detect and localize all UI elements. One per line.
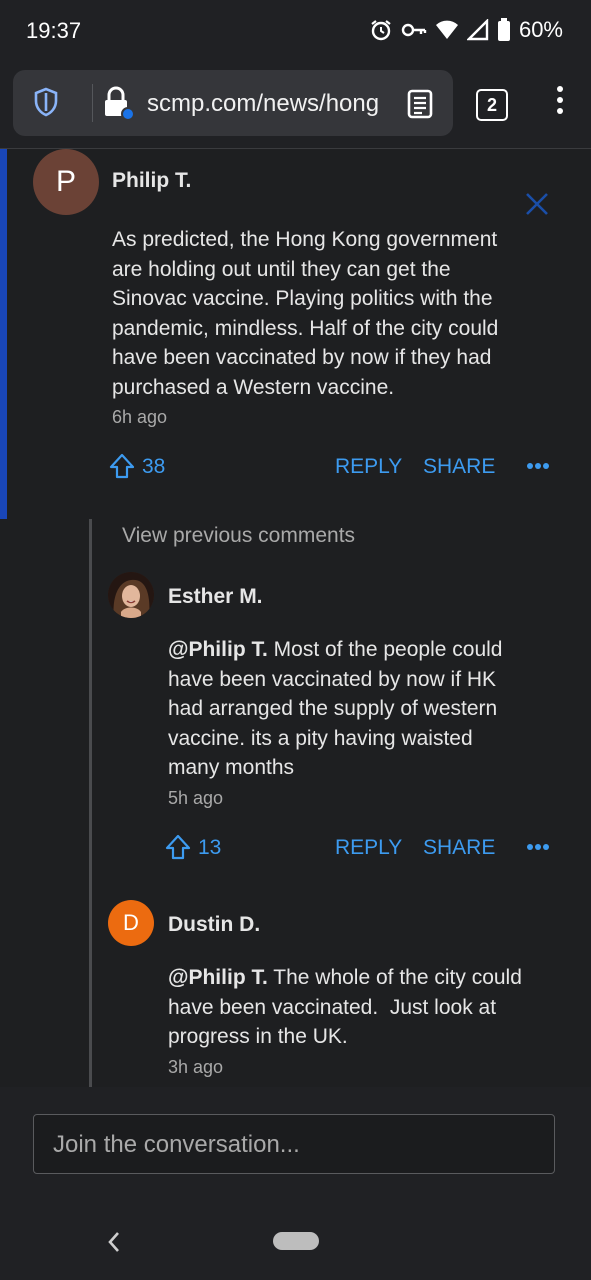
- avatar-letter: P: [55, 165, 76, 198]
- comment-line: Sinovac vaccine. Playing politics with t…: [112, 287, 493, 310]
- status-icons: 60%: [369, 17, 563, 43]
- shield-icon[interactable]: [33, 87, 59, 117]
- avatar[interactable]: D: [108, 900, 154, 946]
- url-text[interactable]: scmp.com/news/hong: [147, 90, 397, 118]
- comments-section: P Philip T. As predicted, the Hong Kong …: [0, 149, 591, 1087]
- comment-line: had arranged the supply of western: [168, 697, 498, 720]
- comment-timestamp: 6h ago: [112, 407, 168, 427]
- mention-link[interactable]: @Philip T.: [168, 966, 268, 989]
- comment-line: have been vaccinated by now if HK: [168, 667, 497, 691]
- battery-icon: [497, 18, 510, 41]
- close-icon[interactable]: [525, 192, 549, 216]
- lock-icon[interactable]: [101, 86, 135, 122]
- comment-line: vaccine. its a pity having waisted: [168, 726, 473, 750]
- view-previous-comments-link[interactable]: View previous comments: [122, 524, 355, 548]
- more-options-icon[interactable]: [526, 462, 550, 470]
- comment-line: have been vaccinated by now if they had: [112, 346, 492, 369]
- comment-author[interactable]: Dustin D.: [168, 913, 260, 937]
- comment-line: progress in the UK.: [168, 1025, 348, 1048]
- comment-timestamp: 3h ago: [168, 1057, 224, 1077]
- address-divider: [92, 84, 93, 122]
- upvote-count[interactable]: 38: [142, 455, 165, 479]
- home-pill[interactable]: [273, 1232, 319, 1250]
- address-bar[interactable]: scmp.com/news/hong: [13, 70, 453, 136]
- system-nav-bar: [0, 1201, 591, 1280]
- comment-line: are holding out until they can get the: [112, 257, 451, 281]
- back-icon[interactable]: [104, 1227, 124, 1257]
- comment-body: @Philip T. The whole of the city could h…: [168, 963, 568, 1052]
- more-options-icon[interactable]: [526, 843, 550, 851]
- comment-text: Most of the people could: [267, 638, 503, 661]
- reply-thread-line: [89, 519, 92, 1087]
- comment-text: The whole of the city could: [267, 966, 522, 989]
- share-button[interactable]: SHARE: [423, 455, 495, 479]
- comment-line: have been vaccinated. Just look at: [168, 995, 497, 1019]
- reply-button[interactable]: REPLY: [335, 836, 402, 860]
- comment-body: As predicted, the Hong Kong government a…: [112, 225, 572, 402]
- mention-link[interactable]: @Philip T.: [168, 638, 268, 661]
- comment-line: many months: [168, 756, 295, 779]
- battery-percent: 60%: [518, 17, 563, 42]
- comment-author[interactable]: Philip T.: [112, 169, 191, 193]
- tab-switcher-button[interactable]: 2: [476, 89, 508, 121]
- share-button[interactable]: SHARE: [423, 836, 495, 860]
- alarm-icon: [371, 20, 391, 41]
- thread-highlight-bar: [0, 149, 7, 519]
- reader-mode-icon[interactable]: [407, 89, 433, 119]
- comment-line: pandemic, mindless. Half of the city cou…: [112, 316, 499, 340]
- upvote-icon[interactable]: [164, 833, 192, 861]
- upvote-count[interactable]: 13: [198, 836, 221, 860]
- profile-photo: [108, 572, 154, 618]
- comment-line: As predicted, the Hong Kong government: [112, 228, 498, 251]
- comment-author[interactable]: Esther M.: [168, 585, 263, 609]
- status-time: 19:37: [26, 18, 82, 43]
- comment-composer: Join the conversation...: [0, 1087, 591, 1201]
- join-conversation-input[interactable]: Join the conversation...: [33, 1114, 555, 1174]
- status-bar: 19:37 60%: [0, 0, 591, 62]
- more-menu-icon[interactable]: [552, 86, 568, 122]
- avatar-letter: D: [123, 910, 139, 935]
- wifi-icon: [435, 20, 458, 39]
- upvote-icon[interactable]: [108, 452, 136, 480]
- browser-toolbar: scmp.com/news/hong 2: [0, 62, 591, 149]
- avatar[interactable]: [108, 572, 154, 618]
- avatar[interactable]: P: [33, 149, 99, 215]
- reply-button[interactable]: REPLY: [335, 455, 402, 479]
- comment-line: purchased a Western vaccine.: [112, 375, 395, 399]
- comment-timestamp: 5h ago: [168, 788, 224, 808]
- vpn-key-icon: [401, 23, 427, 37]
- signal-icon: [466, 19, 489, 41]
- comment-line: @Philip T. The whole of the city could: [168, 963, 568, 993]
- comment-line: @Philip T. Most of the people could: [168, 635, 568, 665]
- comment-body: @Philip T. Most of the people could have…: [168, 635, 568, 783]
